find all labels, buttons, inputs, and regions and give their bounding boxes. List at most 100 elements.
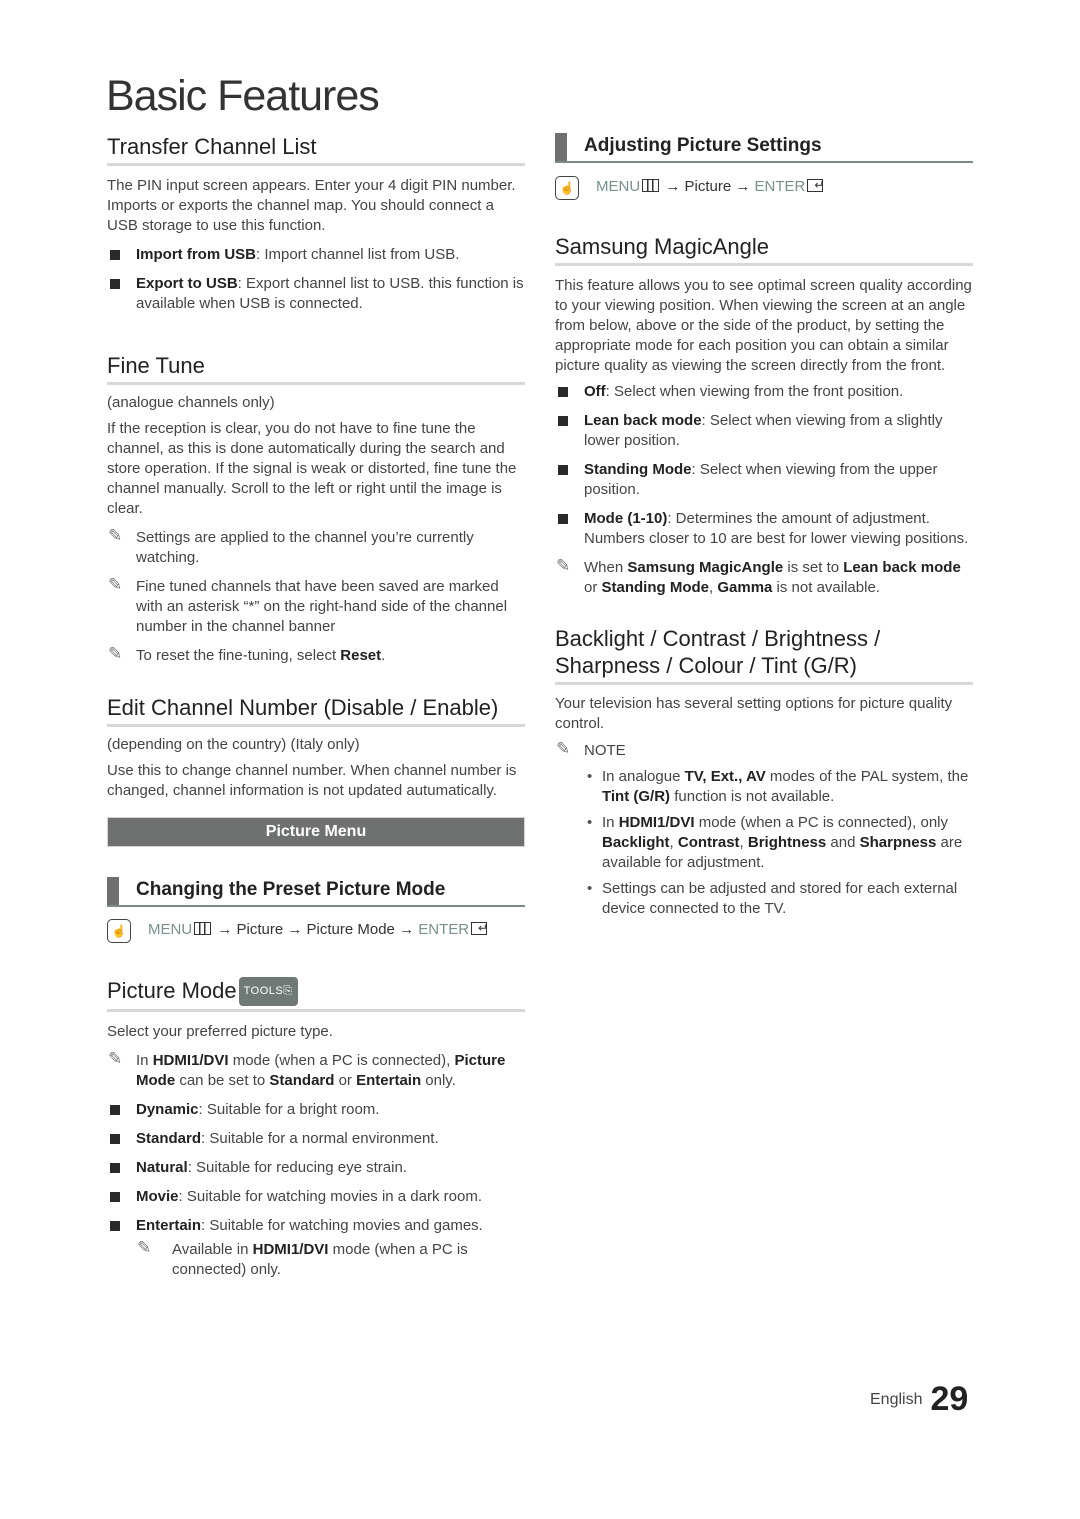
dot-text: In xyxy=(602,814,619,831)
bullet-term: Lean back mode xyxy=(584,412,702,429)
subsection-heading: Adjusting Picture Settings xyxy=(555,133,973,163)
note-item: ✎ To reset the fine-tuning, select Reset. xyxy=(107,644,525,666)
bullet-text: : Import channel list from USB. xyxy=(256,246,460,263)
square-bullet-icon xyxy=(110,1105,120,1115)
dot-text: Settings can be adjusted and stored for … xyxy=(602,880,958,917)
bullet-text: : Select when viewing from the front pos… xyxy=(605,383,904,400)
section-heading: Backlight / Contrast / Brightness / Sharp… xyxy=(555,625,973,685)
enter-icon xyxy=(807,174,824,196)
section-heading: Edit Channel Number (Disable / Enable) xyxy=(107,694,525,727)
bullet-item: Natural: Suitable for reducing eye strai… xyxy=(107,1158,525,1178)
dot-term: HDMI1/DVI xyxy=(618,814,695,831)
page-footer: English 29 xyxy=(870,1380,968,1419)
bullet-text: : Suitable for a bright room. xyxy=(198,1101,380,1118)
heading-bar-icon xyxy=(107,877,119,905)
hand-pointer-icon: ☝ xyxy=(555,176,579,200)
note-term: Standard xyxy=(269,1072,335,1089)
menu-label: MENU xyxy=(596,178,641,195)
bullet-term: Off xyxy=(584,383,606,400)
left-column: Transfer Channel List The PIN input scre… xyxy=(107,133,525,1280)
bullet-item: Standing Mode: Select when viewing from … xyxy=(555,460,973,500)
note-text: Available in xyxy=(172,1241,253,1258)
bullet-term: Standing Mode xyxy=(584,461,692,478)
dot-term: Brightness xyxy=(747,834,827,851)
menu-path: ☝ MENU → Picture → Picture Mode → ENTER xyxy=(107,917,525,943)
square-bullet-icon xyxy=(558,387,568,397)
section-preset-picture-mode: Changing the Preset Picture Mode ☝ MENU … xyxy=(107,877,525,943)
bullet-item: Import from USB: Import channel list fro… xyxy=(107,245,525,265)
dot-term: TV, Ext., AV xyxy=(684,768,766,785)
page-title: Basic Features xyxy=(106,72,380,120)
bullet-item: Export to USB: Export channel list to US… xyxy=(107,274,525,314)
bullet-text: : Suitable for a normal environment. xyxy=(201,1130,439,1147)
section-samsung-magicangle: Samsung MagicAngle This feature allows y… xyxy=(555,233,973,598)
dot-bullet-icon: • xyxy=(587,814,593,831)
dot-text: and xyxy=(826,834,860,851)
pencil-note-icon: ✎ xyxy=(556,556,571,575)
note-item: ✎ In HDMI1/DVI mode (when a PC is connect… xyxy=(107,1049,525,1091)
note-term: Entertain xyxy=(356,1072,422,1089)
note-item: ✎ Settings are applied to the channel you… xyxy=(107,526,525,568)
section-backlight-contrast: Backlight / Contrast / Brightness / Sharp… xyxy=(555,625,973,919)
square-bullet-icon xyxy=(110,1192,120,1202)
square-bullet-icon xyxy=(110,1221,120,1231)
square-bullet-icon xyxy=(110,279,120,289)
note-text: can be set to xyxy=(175,1072,270,1089)
note-item: ✎ When Samsung MagicAngle is set to Lean … xyxy=(555,556,973,598)
bullet-item: Movie: Suitable for watching movies in a… xyxy=(107,1187,525,1207)
section-edit-channel-number: Edit Channel Number (Disable / Enable) (… xyxy=(107,694,525,801)
subsection-heading: Changing the Preset Picture Mode xyxy=(107,877,525,907)
qualifier-text: (depending on the country) (Italy only) xyxy=(107,736,360,753)
note-label: NOTE xyxy=(584,742,626,759)
dot-term: Sharpness xyxy=(859,834,937,851)
enter-icon xyxy=(471,917,488,939)
note-item: ✎ Fine tuned channels that have been save… xyxy=(107,575,525,637)
heading-bar-icon xyxy=(555,133,567,161)
note-term: Reset xyxy=(340,647,382,664)
dot-text: mode (when a PC is connected), only xyxy=(694,814,948,831)
bullet-term: Dynamic xyxy=(136,1101,199,1118)
note-text: In xyxy=(136,1052,153,1069)
right-column: Adjusting Picture Settings ☝ MENU → Pict… xyxy=(555,133,973,919)
square-bullet-icon xyxy=(110,1134,120,1144)
note-text: is set to xyxy=(783,559,844,576)
dot-text: modes of the PAL system, the xyxy=(765,768,969,785)
square-bullet-icon xyxy=(110,1163,120,1173)
note-heading: ✎ NOTE xyxy=(555,739,973,761)
bullet-item: Off: Select when viewing from the front … xyxy=(555,382,973,402)
bullet-term: Import from USB xyxy=(136,246,256,263)
menu-path-text: → Picture → Picture Mode → xyxy=(213,921,419,938)
section-heading-text: Picture Mode xyxy=(107,978,237,1003)
bullet-text: : Suitable for watching movies in a dark… xyxy=(178,1188,482,1205)
body-text: Use this to change channel number. When … xyxy=(107,762,517,799)
menu-label: MENU xyxy=(148,921,193,938)
note-text: Settings are applied to the channel you’… xyxy=(136,529,474,566)
subsection-heading-text: Adjusting Picture Settings xyxy=(584,135,822,156)
qualifier-text: (analogue channels only) xyxy=(107,394,275,411)
body-text: Your television has several setting opti… xyxy=(555,695,953,732)
dot-item: • Settings can be adjusted and stored for… xyxy=(555,879,973,919)
note-text: mode (when a PC is connected), xyxy=(228,1052,455,1069)
bullet-item: Entertain: Suitable for watching movies … xyxy=(107,1216,525,1236)
pencil-note-icon: ✎ xyxy=(108,1049,123,1068)
dot-text: In analogue xyxy=(602,768,685,785)
page-number: 29 xyxy=(930,1380,969,1418)
enter-label: ENTER xyxy=(418,921,470,938)
dot-item: • In HDMI1/DVI mode (when a PC is connect… xyxy=(555,813,973,873)
sub-note-item: ✎ Available in HDMI1/DVI mode (when a PC … xyxy=(107,1238,525,1280)
bullet-term: Standard xyxy=(136,1130,202,1147)
note-text: To reset the fine-tuning, select xyxy=(136,647,341,664)
pencil-note-icon: ✎ xyxy=(137,1238,152,1257)
section-heading-line: Backlight / Contrast / Brightness / xyxy=(555,626,881,651)
square-bullet-icon xyxy=(558,514,568,524)
bullet-text: : Suitable for reducing eye strain. xyxy=(187,1159,407,1176)
dot-bullet-icon: • xyxy=(587,880,593,897)
note-text: is not available. xyxy=(772,579,880,596)
menu-path-text: → Picture → xyxy=(661,178,755,195)
menu-path: ☝ MENU → Picture → ENTER xyxy=(555,174,973,200)
bullet-item: Lean back mode: Select when viewing from… xyxy=(555,411,973,451)
section-heading: Picture Mode TOOLS⎘ xyxy=(107,977,525,1012)
body-text: If the reception is clear, you do not ha… xyxy=(107,420,517,517)
bullet-text: : Suitable for watching movies and games… xyxy=(201,1217,483,1234)
hand-pointer-icon: ☝ xyxy=(107,919,131,943)
